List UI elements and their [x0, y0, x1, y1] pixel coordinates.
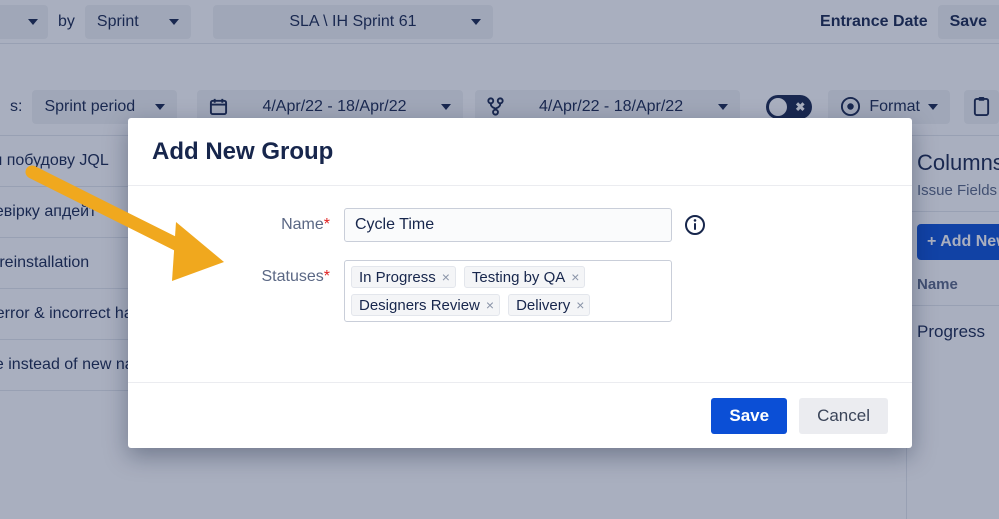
statuses-field-row: Statuses* In Progress × Testing by QA × … [152, 260, 888, 322]
name-field-row: Name* [152, 208, 888, 242]
status-chip-label: In Progress [359, 268, 436, 286]
statuses-multiselect[interactable]: In Progress × Testing by QA × Designers … [344, 260, 672, 322]
add-new-group-dialog: Add New Group Name* Statuses* [128, 118, 912, 448]
remove-status-icon[interactable]: × [576, 298, 584, 312]
name-label-text: Name [281, 216, 324, 233]
remove-status-icon[interactable]: × [486, 298, 494, 312]
name-field-label: Name* [152, 208, 344, 242]
status-chip[interactable]: In Progress × [351, 266, 456, 288]
status-chip[interactable]: Testing by QA × [463, 266, 586, 288]
info-icon[interactable] [684, 214, 706, 241]
required-marker: * [323, 268, 330, 285]
dialog-header: Add New Group [128, 118, 912, 186]
status-chip-label: Designers Review [359, 296, 480, 314]
statuses-label-text: Statuses [261, 268, 324, 285]
dialog-body: Name* Statuses* In Progress × [128, 186, 912, 382]
remove-status-icon[interactable]: × [442, 270, 450, 284]
status-chip-label: Testing by QA [471, 268, 566, 286]
dialog-footer: Save Cancel [128, 382, 912, 448]
remove-status-icon[interactable]: × [571, 270, 579, 284]
save-button[interactable]: Save [711, 397, 788, 434]
name-input[interactable] [344, 208, 672, 242]
statuses-field-label: Statuses* [152, 260, 344, 294]
status-chip-label: Delivery [516, 296, 571, 314]
status-chip[interactable]: Delivery × [508, 294, 591, 316]
required-marker: * [323, 216, 330, 233]
dialog-title: Add New Group [152, 137, 334, 165]
cancel-button[interactable]: Cancel [799, 397, 888, 434]
status-chip[interactable]: Designers Review × [351, 294, 501, 316]
